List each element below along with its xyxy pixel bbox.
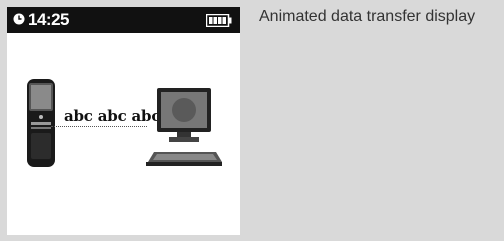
status-bar: 14:25 <box>7 7 240 33</box>
clock-time: 14:25 <box>28 10 69 29</box>
transfer-link-line <box>51 126 147 127</box>
clock-icon <box>13 13 25 25</box>
mobile-phone-icon <box>27 79 55 167</box>
battery-icon <box>206 14 232 27</box>
caption-text: Animated data transfer display <box>259 8 476 25</box>
device-screen: 14:25 abc abc abc <box>7 7 240 235</box>
desktop-computer-icon <box>146 88 222 166</box>
